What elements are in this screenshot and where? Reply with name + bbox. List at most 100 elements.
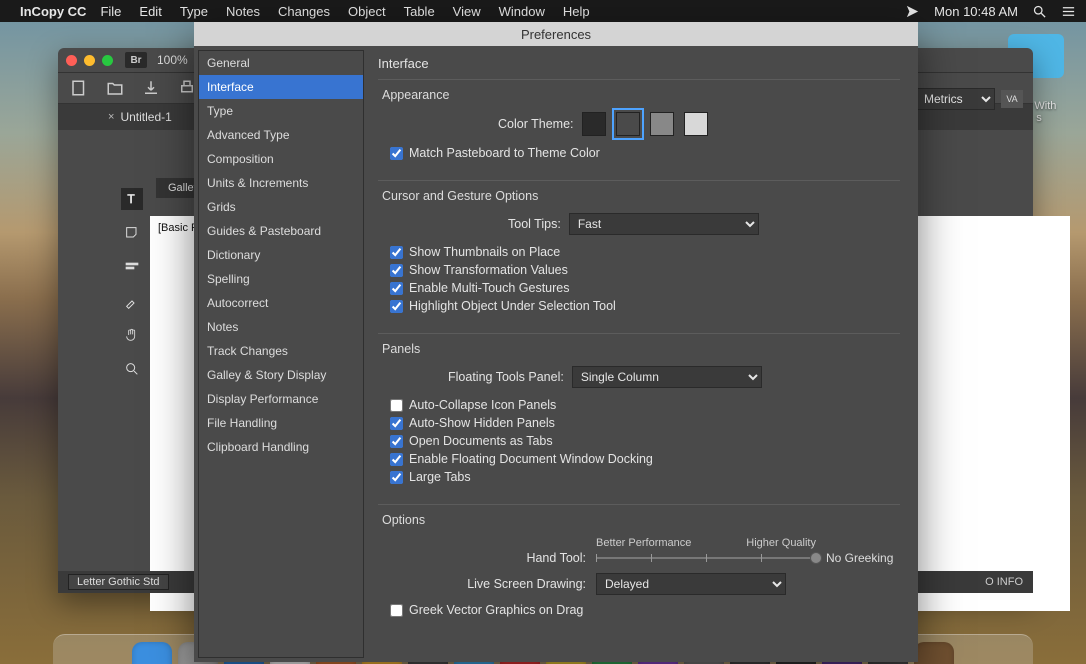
traffic-lights[interactable]	[66, 55, 113, 66]
app-menu[interactable]: InCopy CC	[20, 4, 86, 19]
prefs-category-file-handling[interactable]: File Handling	[199, 411, 363, 435]
eyedropper-tool-icon[interactable]	[121, 290, 143, 312]
note-tool-icon[interactable]	[121, 222, 143, 244]
dialog-title[interactable]: Preferences	[194, 22, 918, 46]
prefs-category-notes[interactable]: Notes	[199, 315, 363, 339]
cursor-opt-checkbox-2[interactable]	[390, 282, 403, 295]
greek-vector-checkbox[interactable]	[390, 604, 403, 617]
cursor-opt-checkbox-1[interactable]	[390, 264, 403, 277]
appearance-title: Appearance	[382, 88, 900, 102]
options-section: Options Better Performance Higher Qualit…	[378, 504, 900, 633]
prefs-category-guides-pasteboard[interactable]: Guides & Pasteboard	[199, 219, 363, 243]
color-theme-swatch-1[interactable]	[616, 112, 640, 136]
prefs-category-advanced-type[interactable]: Advanced Type	[199, 123, 363, 147]
menu-object[interactable]: Object	[348, 4, 386, 19]
match-pasteboard-label: Match Pasteboard to Theme Color	[409, 146, 600, 160]
dock-app-17[interactable]	[914, 642, 954, 664]
cursor-opt-checkbox-0[interactable]	[390, 246, 403, 259]
preferences-dialog: Preferences GeneralInterfaceTypeAdvanced…	[194, 22, 918, 662]
tracking-icon[interactable]: VA	[1001, 90, 1023, 108]
menu-file[interactable]: File	[100, 4, 121, 19]
prefs-category-general[interactable]: General	[199, 51, 363, 75]
close-window-button[interactable]	[66, 55, 77, 66]
prefs-category-dictionary[interactable]: Dictionary	[199, 243, 363, 267]
prefs-category-display-performance[interactable]: Display Performance	[199, 387, 363, 411]
prefs-category-track-changes[interactable]: Track Changes	[199, 339, 363, 363]
minimize-window-button[interactable]	[84, 55, 95, 66]
document-tab[interactable]: × Untitled-1	[98, 106, 182, 128]
prefs-category-galley-story-display[interactable]: Galley & Story Display	[199, 363, 363, 387]
menu-notes[interactable]: Notes	[226, 4, 260, 19]
menu-table[interactable]: Table	[404, 4, 435, 19]
appearance-section: Appearance Color Theme: Match Pasteboard…	[378, 79, 900, 176]
live-screen-drawing-select[interactable]: Delayed	[596, 573, 786, 595]
prefs-category-interface[interactable]: Interface	[199, 75, 363, 99]
prefs-category-composition[interactable]: Composition	[199, 147, 363, 171]
hand-tool-icon[interactable]	[121, 324, 143, 346]
prefs-category-autocorrect[interactable]: Autocorrect	[199, 291, 363, 315]
prefs-category-grids[interactable]: Grids	[199, 195, 363, 219]
prefs-category-clipboard-handling[interactable]: Clipboard Handling	[199, 435, 363, 459]
panels-opt-label-0: Auto-Collapse Icon Panels	[409, 398, 556, 412]
color-theme-swatch-0[interactable]	[582, 112, 606, 136]
hand-tool-label: Hand Tool:	[378, 551, 586, 565]
panels-opt-label-1: Auto-Show Hidden Panels	[409, 416, 555, 430]
menu-view[interactable]: View	[453, 4, 481, 19]
prefs-category-list: GeneralInterfaceTypeAdvanced TypeComposi…	[198, 50, 364, 658]
open-icon[interactable]	[106, 79, 124, 97]
menu-type[interactable]: Type	[180, 4, 208, 19]
panel-heading: Interface	[378, 56, 900, 71]
menubar-clock[interactable]: Mon 10:48 AM	[934, 4, 1018, 19]
input-source-icon[interactable]	[905, 4, 920, 19]
panels-opt-label-4: Large Tabs	[409, 470, 471, 484]
cursor-opt-label-1: Show Transformation Values	[409, 263, 568, 277]
color-theme-swatches	[582, 112, 708, 136]
save-icon[interactable]	[142, 79, 160, 97]
tools-panel: T	[116, 178, 148, 380]
panels-opt-checkbox-0[interactable]	[390, 399, 403, 412]
cursor-opt-label-3: Highlight Object Under Selection Tool	[409, 299, 616, 313]
cursor-title: Cursor and Gesture Options	[382, 189, 900, 203]
panels-opt-label-2: Open Documents as Tabs	[409, 434, 553, 448]
tooltips-select[interactable]: Fast	[569, 213, 759, 235]
cursor-opt-checkbox-3[interactable]	[390, 300, 403, 313]
prefs-category-units-increments[interactable]: Units & Increments	[199, 171, 363, 195]
type-tool-icon[interactable]: T	[121, 188, 143, 210]
bridge-icon[interactable]: Br	[125, 52, 147, 68]
panels-opt-checkbox-2[interactable]	[390, 435, 403, 448]
zoom-percentage[interactable]: 100%	[157, 53, 188, 67]
cursor-section: Cursor and Gesture Options Tool Tips: Fa…	[378, 180, 900, 329]
zoom-window-button[interactable]	[102, 55, 113, 66]
prefs-category-spelling[interactable]: Spelling	[199, 267, 363, 291]
kerning-select[interactable]: Metrics	[915, 88, 995, 110]
new-doc-icon[interactable]	[70, 79, 88, 97]
panels-opt-checkbox-3[interactable]	[390, 453, 403, 466]
menu-edit[interactable]: Edit	[139, 4, 161, 19]
spotlight-icon[interactable]	[1032, 4, 1047, 19]
font-family-field[interactable]: Letter Gothic Std	[68, 574, 169, 590]
preflight-status[interactable]: O INFO	[985, 576, 1023, 588]
panels-section: Panels Floating Tools Panel: Single Colu…	[378, 333, 900, 500]
position-tool-icon[interactable]	[121, 256, 143, 278]
perf-label-right: Higher Quality	[746, 537, 816, 549]
color-theme-swatch-2[interactable]	[650, 112, 674, 136]
close-tab-icon[interactable]: ×	[108, 111, 114, 123]
prefs-category-type[interactable]: Type	[199, 99, 363, 123]
menu-window[interactable]: Window	[499, 4, 545, 19]
match-pasteboard-checkbox[interactable]	[390, 147, 403, 160]
floating-tools-select[interactable]: Single Column	[572, 366, 762, 388]
perf-label-left: Better Performance	[596, 537, 691, 549]
floating-tools-label: Floating Tools Panel:	[448, 370, 564, 384]
menu-help[interactable]: Help	[563, 4, 590, 19]
prefs-panel: Interface Appearance Color Theme: Match …	[364, 46, 918, 662]
zoom-tool-icon[interactable]	[121, 358, 143, 380]
menu-extras-icon[interactable]	[1061, 4, 1076, 19]
panels-title: Panels	[382, 342, 900, 356]
hand-tool-slider[interactable]	[596, 557, 816, 559]
panels-opt-checkbox-1[interactable]	[390, 417, 403, 430]
menu-changes[interactable]: Changes	[278, 4, 330, 19]
panels-opt-checkbox-4[interactable]	[390, 471, 403, 484]
color-theme-swatch-3[interactable]	[684, 112, 708, 136]
dock-app-0[interactable]	[132, 642, 172, 664]
cursor-opt-label-2: Enable Multi-Touch Gestures	[409, 281, 570, 295]
